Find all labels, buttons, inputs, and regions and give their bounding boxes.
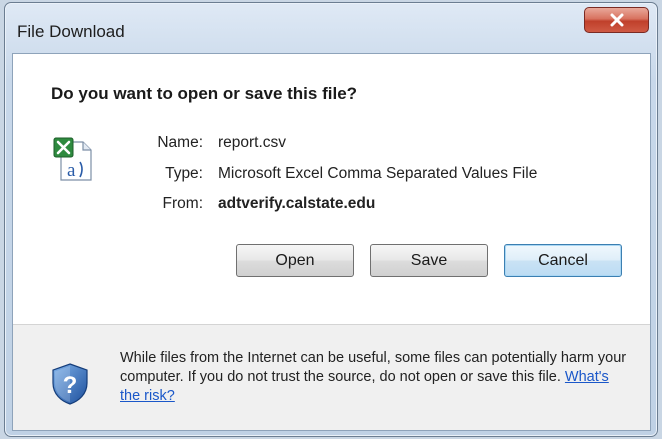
- cancel-button[interactable]: Cancel: [504, 244, 622, 277]
- security-warning-message: While files from the Internet can be use…: [120, 349, 630, 406]
- security-warning-panel: ? While files from the Internet can be u…: [13, 325, 650, 430]
- warning-text: While files from the Internet can be use…: [120, 350, 627, 385]
- security-shield-question-icon: ?: [52, 363, 88, 405]
- file-name-label: Name:: [157, 134, 203, 151]
- file-source-label: From:: [162, 195, 203, 212]
- close-button[interactable]: [584, 7, 649, 33]
- file-download-dialog: File Download Do you want to open or sav…: [4, 2, 658, 437]
- dialog-question: Do you want to open or save this file?: [51, 84, 358, 103]
- close-icon: [610, 13, 624, 27]
- file-name-value: report.csv: [218, 134, 287, 151]
- file-type-label: Type:: [165, 165, 203, 182]
- file-type-value: Microsoft Excel Comma Separated Values F…: [218, 165, 538, 182]
- title-bar[interactable]: File Download: [5, 3, 657, 43]
- open-button[interactable]: Open: [236, 244, 354, 277]
- save-button[interactable]: Save: [370, 244, 488, 277]
- dialog-title: File Download: [17, 22, 125, 41]
- file-source-value: adtverify.calstate.edu: [218, 195, 376, 212]
- dialog-body: Do you want to open or save this file? a…: [12, 53, 651, 431]
- svg-text:?: ?: [63, 372, 78, 399]
